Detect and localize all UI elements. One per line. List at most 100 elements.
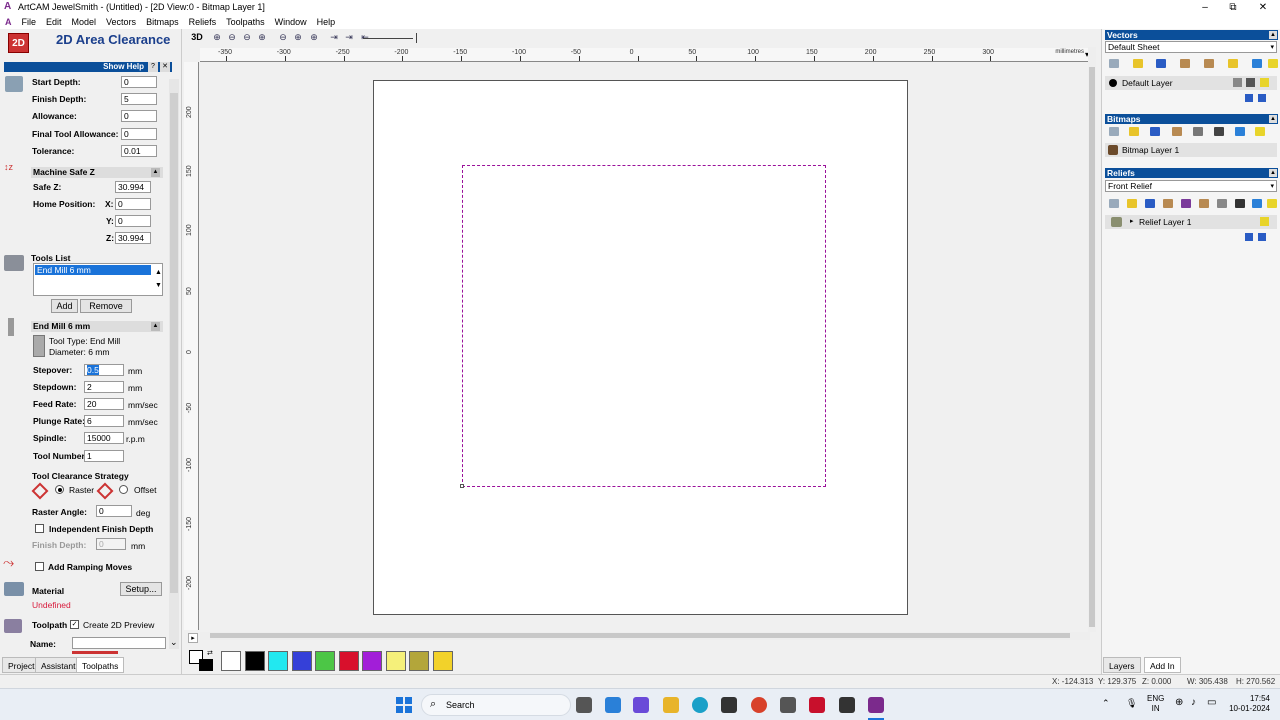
paste-layer-icon[interactable] bbox=[1180, 59, 1190, 68]
zoom-box-icon[interactable]: ⊕ bbox=[211, 31, 223, 43]
chat-icon[interactable] bbox=[633, 697, 649, 713]
tab-layers[interactable]: Layers bbox=[1103, 657, 1141, 673]
add-tool-button[interactable]: Add bbox=[51, 299, 78, 313]
maximize-button[interactable]: ⧉ bbox=[1220, 0, 1246, 15]
feed-rate-input[interactable]: 20 bbox=[84, 398, 124, 410]
windows-start-icon[interactable] bbox=[396, 697, 412, 713]
selection-handle[interactable] bbox=[460, 484, 464, 488]
bitmap-paste-icon[interactable] bbox=[1172, 127, 1182, 136]
bitmap-layer-row[interactable]: Bitmap Layer 1 bbox=[1105, 143, 1277, 157]
tools-list-item[interactable]: End Mill 6 mm bbox=[35, 265, 151, 275]
edge-icon[interactable] bbox=[692, 697, 708, 713]
show-help-link[interactable]: Show Help bbox=[103, 62, 144, 71]
color-swatch[interactable] bbox=[338, 651, 359, 671]
help-icon[interactable]: ? bbox=[148, 62, 158, 72]
zoom-out-icon[interactable]: ⊖ bbox=[226, 31, 238, 43]
color-swatch[interactable] bbox=[268, 651, 288, 671]
lock-icon[interactable] bbox=[1233, 78, 1242, 87]
home-z-input[interactable]: 30.994 bbox=[115, 232, 151, 244]
taskbar-search-box[interactable]: ⌕ Search bbox=[421, 694, 571, 716]
menu-window[interactable]: Window bbox=[270, 15, 312, 29]
tool-header[interactable]: End Mill 6 mm ▲ bbox=[31, 321, 163, 332]
secondary-color-icon[interactable] bbox=[199, 659, 213, 671]
color-swatch[interactable] bbox=[432, 651, 453, 671]
bitmap-lightbulb-icon[interactable] bbox=[1255, 127, 1265, 136]
visibility-icon[interactable] bbox=[1260, 78, 1269, 87]
app-icon-2[interactable] bbox=[839, 697, 855, 713]
delete-layer-icon[interactable] bbox=[1252, 59, 1262, 68]
new-layer-icon[interactable] bbox=[1109, 59, 1119, 68]
vectors-collapse-icon[interactable]: ▲ bbox=[1269, 31, 1277, 39]
clock[interactable]: 17:54 10-01-2024 bbox=[1222, 694, 1270, 714]
bitmaps-collapse-icon[interactable]: ▲ bbox=[1269, 115, 1277, 123]
relief-save-icon[interactable] bbox=[1145, 199, 1155, 208]
relief-move-up-icon[interactable] bbox=[1245, 233, 1253, 241]
reliefs-collapse-icon[interactable]: ▲ bbox=[1269, 169, 1277, 177]
relief-paste-icon[interactable] bbox=[1163, 199, 1173, 208]
menu-vectors[interactable]: Vectors bbox=[101, 15, 141, 29]
relief-new-icon[interactable] bbox=[1109, 199, 1119, 208]
merge-layer-icon[interactable] bbox=[1204, 59, 1214, 68]
reliefs-header[interactable]: Reliefs ▲ bbox=[1105, 168, 1278, 178]
acrobat-icon[interactable] bbox=[809, 697, 825, 713]
list-scroll-up-icon[interactable]: ▲ bbox=[155, 269, 162, 276]
plunge-rate-input[interactable]: 6 bbox=[84, 415, 124, 427]
view-3d-button[interactable]: 3D bbox=[189, 31, 205, 43]
file-explorer-icon[interactable] bbox=[663, 697, 679, 713]
move-down-icon[interactable] bbox=[1258, 94, 1266, 102]
canvas-hscroll-thumb[interactable] bbox=[210, 633, 1070, 638]
canvas-horizontal-scrollbar[interactable] bbox=[200, 632, 1090, 640]
tools-listbox[interactable]: End Mill 6 mm ▲ ▼ bbox=[33, 263, 163, 296]
finish-depth-input[interactable]: 5 bbox=[121, 93, 157, 105]
tolerance-input[interactable]: 0.01 bbox=[121, 145, 157, 157]
add-ramping-moves-checkbox[interactable] bbox=[35, 562, 44, 571]
menu-app-icon[interactable]: A bbox=[0, 15, 17, 29]
canvas-vertical-scrollbar[interactable] bbox=[1088, 47, 1096, 632]
swap-colors-icon[interactable]: ⇄ bbox=[207, 649, 215, 657]
start-depth-input[interactable]: 0 bbox=[121, 76, 157, 88]
move-up-icon[interactable] bbox=[1245, 94, 1253, 102]
finish-depth2-input[interactable]: 0 bbox=[96, 538, 126, 550]
relief-delete-icon[interactable] bbox=[1252, 199, 1262, 208]
raster-angle-input[interactable]: 0 bbox=[96, 505, 132, 517]
panel-scroll-thumb[interactable] bbox=[170, 93, 178, 593]
artcam-taskbar-icon[interactable] bbox=[868, 697, 884, 713]
contrast-slider[interactable] bbox=[363, 38, 413, 39]
relief-lightbulb-icon[interactable] bbox=[1267, 199, 1277, 208]
bitmaps-header[interactable]: Bitmaps ▲ bbox=[1105, 114, 1278, 124]
volume-icon[interactable]: ♪ bbox=[1191, 697, 1196, 708]
color-swatch[interactable] bbox=[291, 651, 312, 671]
color-swatch[interactable] bbox=[221, 651, 241, 671]
raster-radio[interactable] bbox=[55, 485, 64, 494]
stepdown-input[interactable]: 2 bbox=[84, 381, 124, 393]
contrast-slider-handle[interactable] bbox=[416, 33, 417, 43]
independent-finish-depth-checkbox[interactable] bbox=[35, 524, 44, 533]
layer-color-icon[interactable] bbox=[1109, 79, 1117, 87]
reliefs-select[interactable]: Front Relief ▾ bbox=[1105, 180, 1277, 192]
relief-visibility-icon[interactable] bbox=[1260, 217, 1269, 226]
bitmap-delete-icon[interactable] bbox=[1235, 127, 1245, 136]
menu-help[interactable]: Help bbox=[312, 15, 341, 29]
save-layer-icon[interactable] bbox=[1156, 59, 1166, 68]
home-y-input[interactable]: 0 bbox=[115, 215, 151, 227]
name-input[interactable] bbox=[72, 637, 166, 649]
color-swatch[interactable] bbox=[315, 651, 335, 671]
color-swatch[interactable] bbox=[409, 651, 429, 671]
scroll-right-icon[interactable]: ▸ bbox=[188, 633, 198, 643]
dropdown-arrow-icon[interactable]: ▾ bbox=[1270, 42, 1274, 53]
tab-add-in[interactable]: Add In bbox=[1144, 657, 1181, 673]
bitmap-convert-icon[interactable] bbox=[1214, 127, 1224, 136]
swap-view-icon[interactable]: ⇤ bbox=[359, 31, 371, 43]
note-layer-icon[interactable] bbox=[1228, 59, 1238, 68]
relief-preview-icon[interactable] bbox=[1181, 199, 1191, 208]
offset-radio[interactable] bbox=[119, 485, 128, 494]
close-button[interactable]: ✕ bbox=[1250, 0, 1276, 15]
vectors-layer-row[interactable]: Default Layer bbox=[1105, 76, 1277, 90]
menu-model[interactable]: Model bbox=[67, 15, 102, 29]
app-icon-1[interactable] bbox=[780, 697, 796, 713]
material-setup-button[interactable]: Setup... bbox=[120, 582, 162, 596]
stepover-input[interactable]: 0.5 bbox=[84, 364, 124, 376]
bitmap-open-icon[interactable] bbox=[1129, 127, 1139, 136]
bitmap-save-icon[interactable] bbox=[1150, 127, 1160, 136]
lightbulb-icon[interactable] bbox=[1268, 59, 1278, 68]
